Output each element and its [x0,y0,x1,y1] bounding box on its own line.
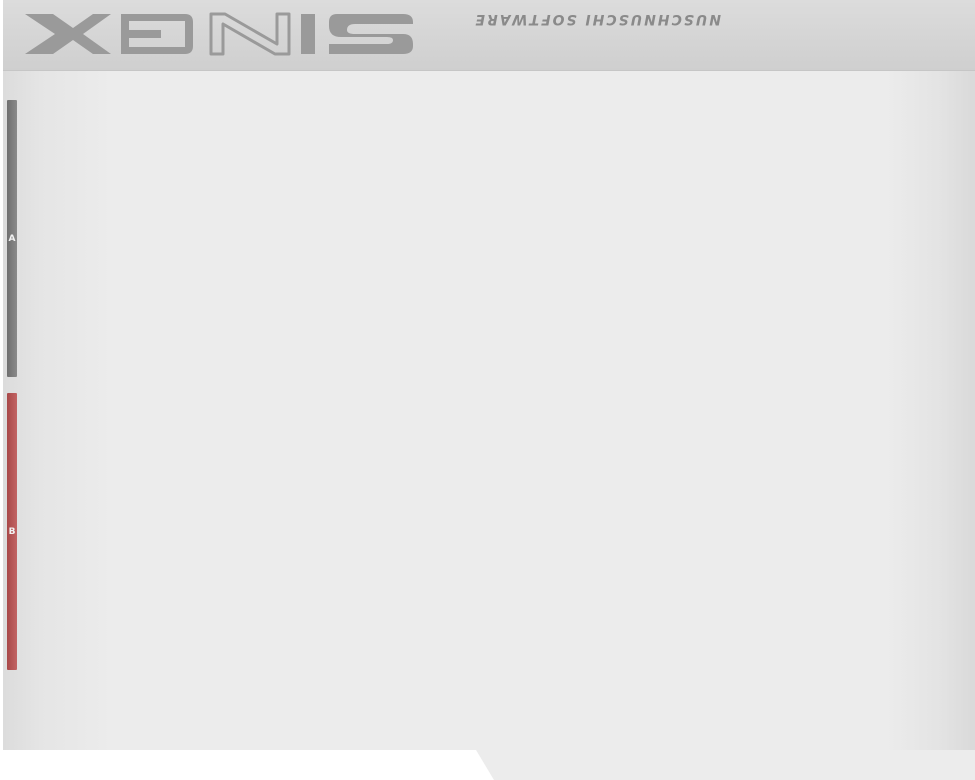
bottom-panel-tab [476,750,975,780]
app-window: NUSCHNUSCHI SOFTWARE A B [0,0,975,780]
grunge-texture-right [885,0,975,750]
deck-a-label: A [8,233,16,244]
deck-b-label: B [8,526,16,537]
deck-a-strip[interactable]: A [7,100,17,377]
main-panel: NUSCHNUSCHI SOFTWARE [3,0,975,750]
singx-logo [25,12,413,56]
grunge-texture-left [3,70,113,750]
header-bar: NUSCHNUSCHI SOFTWARE [3,0,975,71]
tagline: NUSCHNUSCHI SOFTWARE [473,11,721,27]
deck-b-strip[interactable]: B [7,393,17,670]
